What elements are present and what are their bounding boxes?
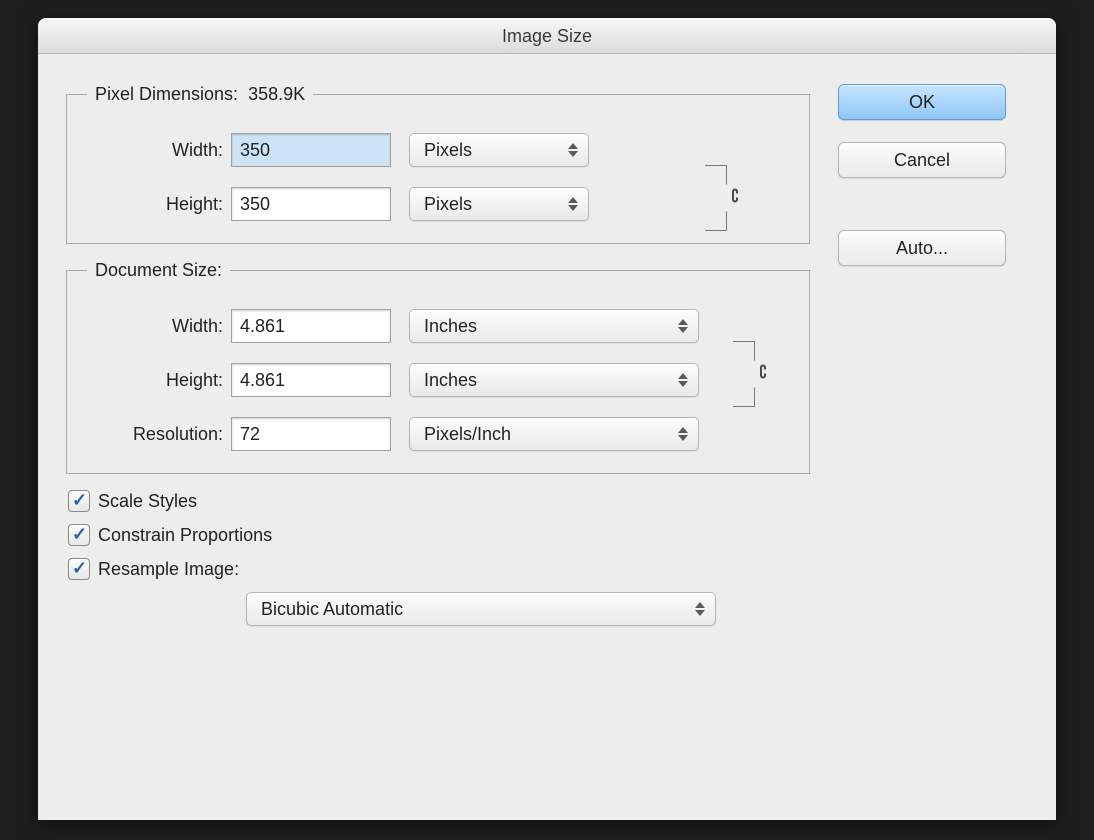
scale-styles-checkbox[interactable]: [68, 490, 90, 512]
pixel-dimensions-legend-label: Pixel Dimensions:: [95, 84, 238, 104]
pixel-height-input[interactable]: [231, 187, 391, 221]
document-size-group: Document Size: Width: Inches Height:: [66, 260, 810, 474]
updown-arrows-icon: [568, 143, 578, 157]
resample-image-label: Resample Image:: [98, 559, 239, 580]
pixel-width-unit-value: Pixels: [424, 140, 472, 161]
updown-arrows-icon: [568, 197, 578, 211]
document-size-legend: Document Size:: [87, 260, 230, 281]
constrain-proportions-checkbox[interactable]: [68, 524, 90, 546]
resolution-unit-value: Pixels/Inch: [424, 424, 511, 445]
pixel-dimensions-legend: Pixel Dimensions: 358.9K: [87, 84, 313, 105]
pixel-height-label: Height:: [81, 194, 231, 215]
doc-height-label: Height:: [81, 370, 231, 391]
resolution-unit-select[interactable]: Pixels/Inch: [409, 417, 699, 451]
pixel-width-unit-select[interactable]: Pixels: [409, 133, 589, 167]
updown-arrows-icon: [695, 602, 705, 616]
doc-width-input[interactable]: [231, 309, 391, 343]
resample-method-value: Bicubic Automatic: [261, 599, 403, 620]
resolution-label: Resolution:: [81, 424, 231, 445]
doc-height-input[interactable]: [231, 363, 391, 397]
dialog-title: Image Size: [502, 26, 592, 46]
constrain-link-bracket-doc: [733, 341, 755, 407]
pixel-width-input[interactable]: [231, 133, 391, 167]
constrain-proportions-label: Constrain Proportions: [98, 525, 272, 546]
updown-arrows-icon: [678, 319, 688, 333]
doc-width-unit-select[interactable]: Inches: [409, 309, 699, 343]
dialog-titlebar: Image Size: [38, 18, 1056, 54]
updown-arrows-icon: [678, 373, 688, 387]
pixel-dimensions-group: Pixel Dimensions: 358.9K Width: Pixels H…: [66, 84, 810, 244]
doc-height-unit-value: Inches: [424, 370, 477, 391]
resolution-input[interactable]: [231, 417, 391, 451]
resample-image-checkbox[interactable]: [68, 558, 90, 580]
link-icon: [754, 361, 772, 388]
doc-width-label: Width:: [81, 316, 231, 337]
auto-button[interactable]: Auto...: [838, 230, 1006, 266]
constrain-link-bracket: [705, 165, 727, 231]
ok-button[interactable]: OK: [838, 84, 1006, 120]
doc-width-unit-value: Inches: [424, 316, 477, 337]
pixel-dimensions-size: 358.9K: [248, 84, 305, 104]
scale-styles-label: Scale Styles: [98, 491, 197, 512]
pixel-width-label: Width:: [81, 140, 231, 161]
image-size-dialog: Image Size Pixel Dimensions: 358.9K Widt…: [38, 18, 1056, 820]
updown-arrows-icon: [678, 427, 688, 441]
pixel-height-unit-value: Pixels: [424, 194, 472, 215]
pixel-height-unit-select[interactable]: Pixels: [409, 187, 589, 221]
cancel-button[interactable]: Cancel: [838, 142, 1006, 178]
doc-height-unit-select[interactable]: Inches: [409, 363, 699, 397]
resample-method-select[interactable]: Bicubic Automatic: [246, 592, 716, 626]
link-icon: [726, 185, 744, 212]
